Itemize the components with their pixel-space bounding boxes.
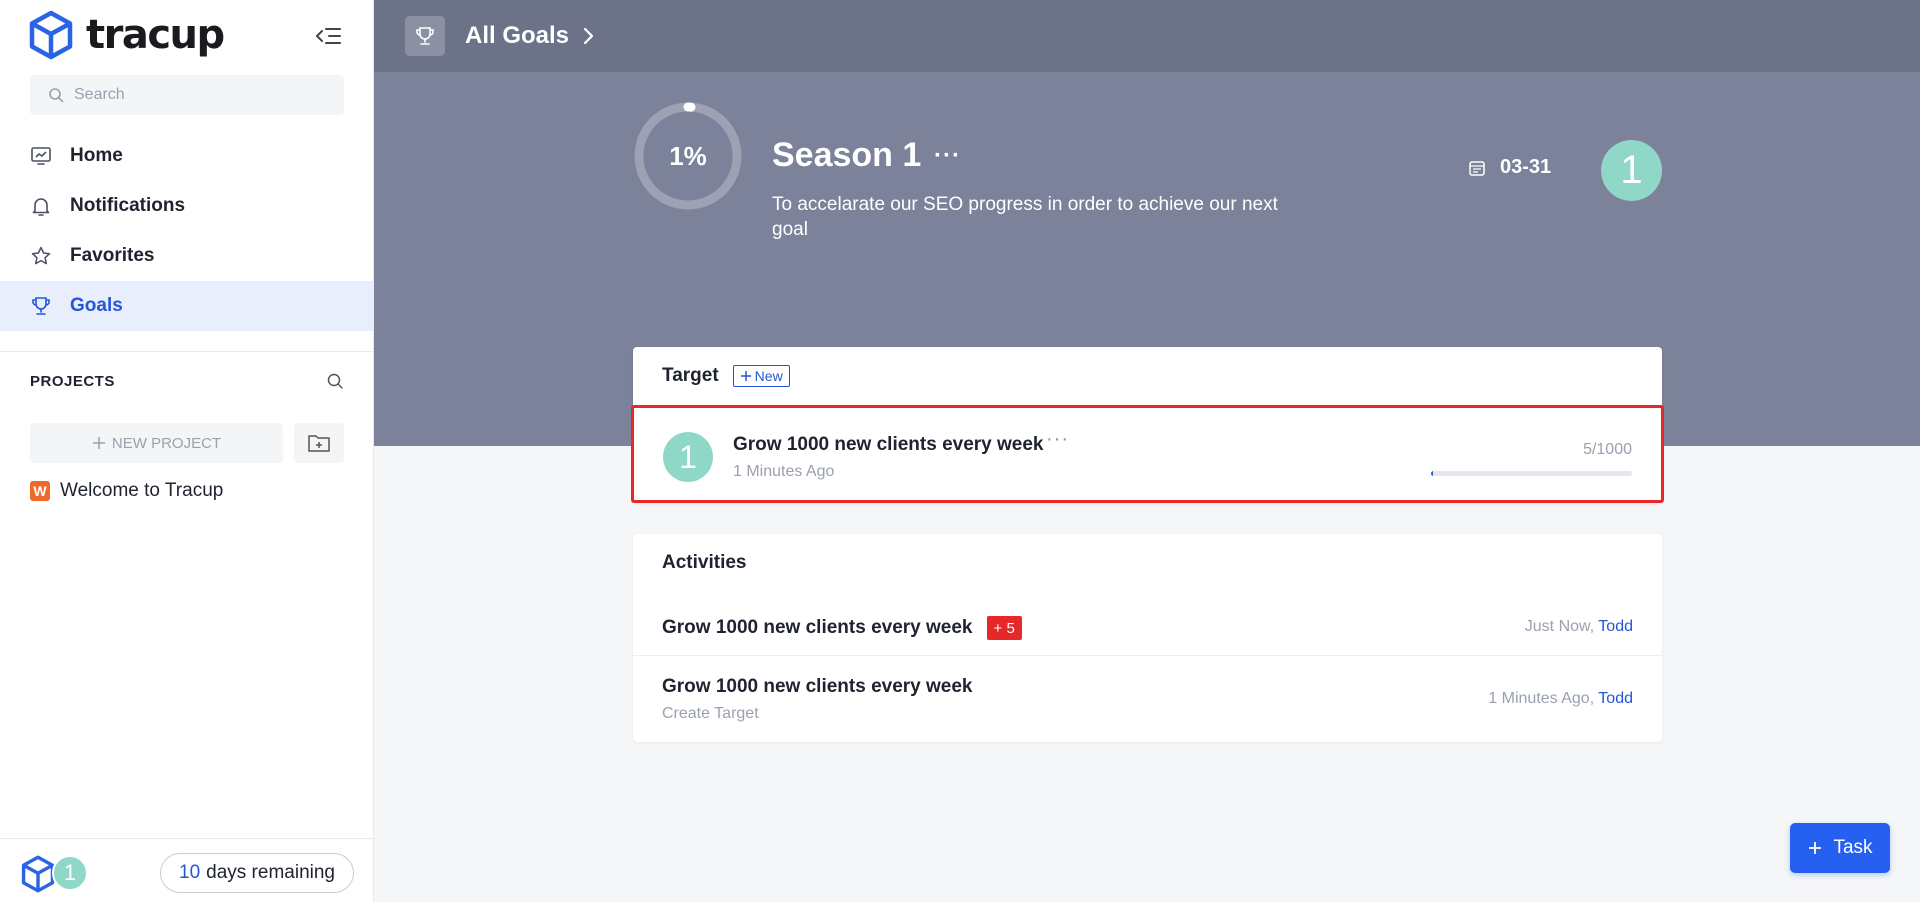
target-card-header: Target New (662, 365, 790, 387)
plus-icon (740, 371, 751, 381)
search-input[interactable] (74, 86, 314, 104)
activities-title: Activities (662, 552, 747, 573)
nav-item-label: Home (70, 145, 123, 166)
page-title[interactable]: All Goals (465, 22, 569, 50)
activity-meta: 1 Minutes Ago, Todd (1488, 690, 1633, 708)
trial-days-label: days remaining (206, 862, 335, 883)
goal-progress-label: 1% (669, 140, 707, 171)
workspace-logo[interactable] (20, 855, 56, 898)
sidebar-divider (0, 351, 374, 352)
activity-item: Grow 1000 new clients every week Create … (633, 655, 1662, 742)
trial-days-count: 10 (179, 862, 201, 883)
target-row[interactable]: 1 Grow 1000 new clients every week ··· 1… (631, 405, 1664, 503)
goal-more-button[interactable]: ··· (934, 142, 961, 170)
trophy-icon (30, 295, 52, 317)
trial-remaining-button[interactable]: 10 days remaining (160, 853, 354, 893)
activity-user-link[interactable]: Todd (1598, 690, 1633, 707)
nav-item-notifications[interactable]: Notifications (0, 181, 374, 231)
goal-title[interactable]: Season 1 (772, 136, 921, 175)
activity-meta: Just Now, Todd (1525, 618, 1633, 636)
search-icon (49, 88, 64, 103)
nav-item-goals[interactable]: Goals (0, 281, 374, 331)
activity-target-name: Grow 1000 new clients every week (662, 676, 973, 697)
nav-item-label: Notifications (70, 195, 186, 216)
activity-target[interactable]: Grow 1000 new clients every week (662, 676, 973, 698)
activity-time: 1 Minutes Ago, (1488, 690, 1595, 707)
plus-icon (1809, 842, 1822, 854)
activity-time: Just Now, (1524, 618, 1595, 635)
user-avatar[interactable]: 1 (52, 855, 88, 891)
new-project-label: NEW PROJECT (111, 434, 222, 452)
tracup-logo-icon (29, 10, 73, 60)
activity-progress-badge: + 5 (986, 616, 1022, 640)
folder-add-icon (308, 435, 330, 452)
trophy-icon (416, 27, 434, 45)
nav-item-home[interactable]: Home (0, 131, 374, 181)
target-progress-fill (1431, 471, 1433, 476)
goal-due-date[interactable]: 03-31 (1468, 156, 1551, 179)
search-icon (327, 373, 343, 389)
new-target-label: New (754, 368, 783, 384)
plus-icon (92, 437, 105, 449)
projects-search-button[interactable] (326, 372, 346, 392)
new-target-button[interactable]: New (732, 365, 790, 387)
target-progress-bar (1431, 471, 1632, 476)
home-chart-icon (30, 145, 52, 167)
activity-target[interactable]: Grow 1000 new clients every week + 5 (662, 616, 1022, 640)
target-progress-count: 5/1000 (1583, 441, 1632, 458)
add-task-button[interactable]: Task (1790, 823, 1890, 873)
target-owner-avatar: 1 (663, 432, 713, 482)
activity-user-link[interactable]: Todd (1598, 618, 1633, 635)
goals-header-icon (405, 16, 445, 56)
brand-logo[interactable]: tracup (28, 10, 225, 60)
main-nav: Home Notifications Favorites Goals (0, 131, 374, 331)
new-folder-button[interactable] (294, 423, 344, 463)
due-date-value: 03-31 (1500, 156, 1552, 178)
calendar-icon (1469, 160, 1485, 176)
activities-card: Activities Grow 1000 new clients every w… (633, 534, 1662, 742)
nav-item-label: Favorites (70, 245, 155, 266)
nav-item-label: Goals (70, 295, 123, 316)
collapse-sidebar-button[interactable] (314, 24, 342, 48)
new-project-button[interactable]: NEW PROJECT (30, 423, 283, 463)
chevron-right-icon[interactable] (581, 26, 595, 46)
goal-owner-avatar[interactable]: 1 (1601, 140, 1662, 201)
sidebar: tracup Home Notifications (0, 0, 374, 902)
target-name[interactable]: Grow 1000 new clients every week (733, 434, 1044, 456)
sidebar-footer: 1 10 days remaining (0, 838, 374, 902)
bell-icon (30, 195, 52, 217)
activity-item: Grow 1000 new clients every week + 5 Jus… (633, 594, 1662, 655)
nav-item-favorites[interactable]: Favorites (0, 231, 374, 281)
target-more-button[interactable]: ··· (1046, 428, 1069, 451)
goal-description: To accelarate our SEO progress in order … (772, 194, 1278, 240)
tracup-logo-icon (21, 855, 55, 893)
goals-header: All Goals (374, 0, 1920, 72)
target-timestamp: 1 Minutes Ago (733, 463, 835, 480)
activity-description: Create Target (662, 705, 759, 722)
search-box[interactable] (30, 75, 344, 115)
collapse-menu-icon (316, 28, 341, 44)
project-name: Welcome to Tracup (60, 480, 224, 501)
projects-heading: PROJECTS (30, 373, 115, 390)
activity-target-name: Grow 1000 new clients every week (662, 617, 973, 638)
project-item-welcome[interactable]: W Welcome to Tracup (30, 480, 223, 502)
add-task-label: Task (1833, 837, 1873, 858)
project-badge: W (30, 481, 50, 501)
target-card-title: Target (662, 365, 719, 386)
star-icon (30, 245, 52, 267)
brand-name: tracup (86, 12, 225, 58)
